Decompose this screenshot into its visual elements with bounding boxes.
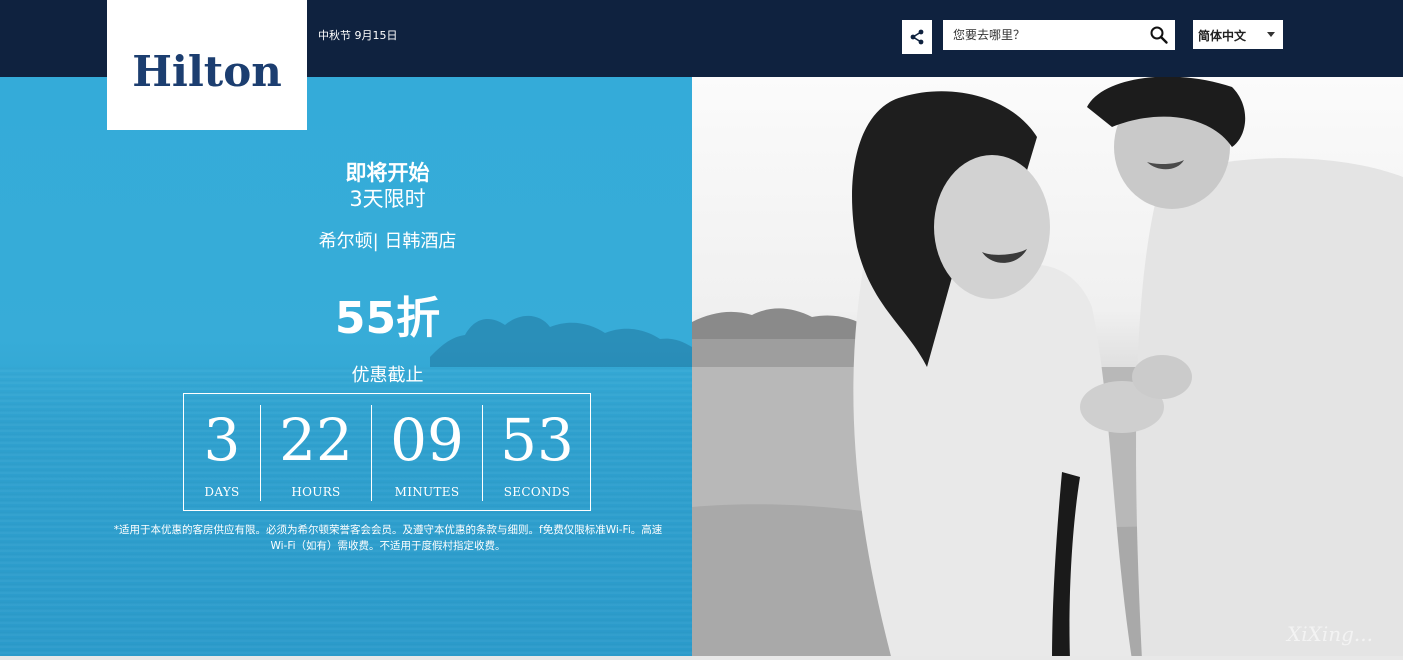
deadline-label: 优惠截止 [351, 365, 424, 386]
countdown-hours: 22 HOURS [261, 394, 371, 512]
language-select[interactable]: 简体中文 [1193, 20, 1283, 49]
language-label: 简体中文 [1198, 29, 1247, 43]
share-icon [910, 29, 924, 45]
promo-subheadline: 3天限时 [349, 187, 426, 211]
countdown-days: 3 DAYS [184, 394, 260, 512]
hilton-logo: Hilton [132, 46, 282, 96]
search-icon[interactable] [1149, 25, 1169, 45]
countdown-minutes-unit: MINUTES [394, 485, 460, 499]
countdown-seconds: 53 SECONDS [483, 394, 591, 512]
promo-disclaimer: *适用于本优惠的客房供应有限。必须为希尔顿荣誉客会会员。及遵守本优惠的条款与细则… [113, 524, 663, 552]
share-button[interactable] [902, 20, 932, 54]
bottom-strip [0, 656, 1403, 660]
countdown-minutes: 09 MINUTES [372, 394, 482, 512]
promo-panel: 即将开始 3天限时 希尔顿| 日韩酒店 55折 优惠截止 3 DAYS 22 H… [0, 77, 692, 660]
search-box [943, 20, 1175, 50]
search-input[interactable] [943, 20, 1143, 50]
countdown-seconds-unit: SECONDS [503, 485, 571, 499]
hilton-logo-link[interactable]: Hilton [107, 0, 307, 130]
photo-illustration [692, 77, 1403, 660]
promo-brand-line: 希尔顿| 日韩酒店 [318, 231, 457, 252]
watermark: XiXing... [1286, 622, 1373, 646]
countdown-hours-value: 22 [279, 406, 353, 474]
promo-discount: 55折 [334, 293, 441, 344]
countdown-hours-unit: HOURS [291, 485, 341, 499]
countdown-timer: 3 DAYS 22 HOURS 09 MINUTES 53 SECONDS [183, 393, 591, 511]
countdown-seconds-value: 53 [500, 406, 574, 474]
chevron-down-icon [1267, 32, 1275, 37]
couple-beach-photo: XiXing... [692, 77, 1403, 660]
countdown-days-value: 3 [203, 406, 241, 474]
countdown-minutes-value: 09 [390, 406, 464, 474]
countdown-days-unit: DAYS [204, 485, 240, 499]
festival-notice: 中秋节 9月15日 [318, 29, 398, 42]
